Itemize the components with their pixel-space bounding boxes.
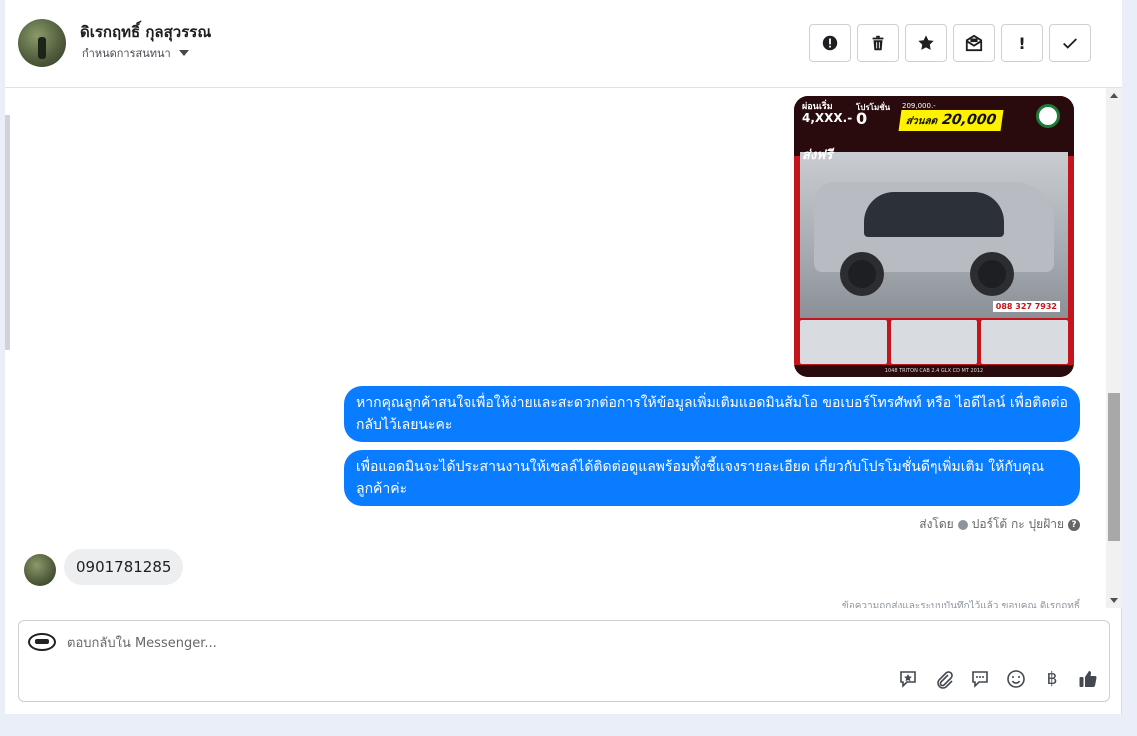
ad-price: 209,000.- xyxy=(902,102,936,110)
dealer-logo xyxy=(1036,104,1060,128)
scroll-up-icon[interactable] xyxy=(1110,93,1118,98)
ad-discount: ส่วนลด 20,000 xyxy=(898,110,1004,131)
partial-note: ข้อความถูกส่งและระบบบันทึกไว้แล้ว ขอบคุณ… xyxy=(841,601,1080,608)
outgoing-message[interactable]: เพื่อแอดมินจะได้ประสานงานให้เซลล์ได้ติดต… xyxy=(344,450,1080,506)
payment-button[interactable]: ฿ xyxy=(1041,668,1063,690)
ad-promo: โปรโมชั่น 0 xyxy=(856,103,891,128)
header-actions: ! xyxy=(809,24,1091,62)
reply-composer: ฿ xyxy=(18,620,1110,702)
ad-monthly: ผ่อนเริ่ม 4,XXX.- xyxy=(802,102,853,125)
ad-phone: 088 327 7932 xyxy=(992,301,1060,312)
chat-bubble-icon xyxy=(972,671,988,688)
car-thumbnails xyxy=(800,320,1069,364)
spam-icon: ! xyxy=(1018,33,1026,53)
attach-button[interactable] xyxy=(933,668,955,690)
scroll-down-icon[interactable] xyxy=(1110,598,1118,603)
car-ad-image[interactable]: ผ่อนเริ่ม 4,XXX.- โปรโมชั่น 0 209,000.- … xyxy=(794,96,1074,377)
contact-avatar-small[interactable] xyxy=(24,554,56,586)
attachment-icon xyxy=(937,671,953,689)
star-icon xyxy=(918,35,934,50)
verified-icon xyxy=(957,519,968,530)
delete-button[interactable] xyxy=(857,24,899,62)
outgoing-message[interactable]: หากคุณลูกค้าสนใจเพื่อให้ง่ายและสะดวกต่อก… xyxy=(344,386,1080,442)
conversation-header: ดิเรกฤทธิ์ กุลสุวรรณ กำหนดการสนทนา ! xyxy=(5,0,1122,88)
incoming-message[interactable]: 0901781285 xyxy=(64,549,184,585)
quick-reply-button[interactable] xyxy=(969,668,991,690)
saved-reply-button[interactable] xyxy=(897,668,919,690)
thumbs-up-icon xyxy=(1079,671,1097,688)
alert-icon xyxy=(822,35,838,51)
check-icon xyxy=(1063,38,1077,49)
sent-by-prefix: ส่งโดย xyxy=(919,517,954,531)
composer-tools: ฿ xyxy=(897,668,1099,690)
help-icon[interactable]: ? xyxy=(1068,518,1080,531)
message-thread[interactable]: ผ่อนเริ่ม 4,XXX.- โปรโมชั่น 0 209,000.- … xyxy=(5,88,1106,608)
scroll-thumb[interactable] xyxy=(1108,393,1120,541)
thread-scrollbar[interactable] xyxy=(1106,88,1122,608)
chevron-down-icon xyxy=(178,50,189,56)
ad-caption: 1048 TRITON CAB 2.4 GLX CD MT 2012 xyxy=(794,365,1074,377)
emoji-icon xyxy=(1007,670,1025,688)
reply-input[interactable] xyxy=(67,633,967,653)
contact-avatar[interactable] xyxy=(18,19,66,67)
contact-name[interactable]: ดิเรกฤทธิ์ กุลสุวรรณ xyxy=(80,20,211,44)
conversation-setting-dropdown[interactable]: กำหนดการสนทนา xyxy=(82,44,189,62)
emoji-button[interactable] xyxy=(1005,668,1027,690)
mark-done-button[interactable] xyxy=(1049,24,1091,62)
sent-by-name: ปอร์โต้ กะ ปุยฝ้าย xyxy=(971,517,1064,531)
mark-unread-button[interactable] xyxy=(953,24,995,62)
ad-free-ship: ส่งฟรี xyxy=(802,148,833,163)
conversation-setting-label: กำหนดการสนทนา xyxy=(82,47,171,60)
like-button[interactable] xyxy=(1077,668,1099,690)
alert-button[interactable] xyxy=(809,24,851,62)
sent-by-info: ส่งโดย ปอร์โต้ กะ ปุยฝ้าย ? xyxy=(919,515,1080,534)
car-photo: 088 327 7932 xyxy=(800,152,1068,318)
trash-icon xyxy=(872,35,884,51)
page-avatar xyxy=(28,633,56,651)
saved-reply-icon xyxy=(900,671,916,688)
spam-button[interactable]: ! xyxy=(1001,24,1043,62)
star-button[interactable] xyxy=(905,24,947,62)
conversation-panel: ดิเรกฤทธิ์ กุลสุวรรณ กำหนดการสนทนา ! ผ่อ… xyxy=(5,0,1122,714)
baht-icon: ฿ xyxy=(1046,669,1058,689)
mark-unread-icon xyxy=(965,34,983,52)
